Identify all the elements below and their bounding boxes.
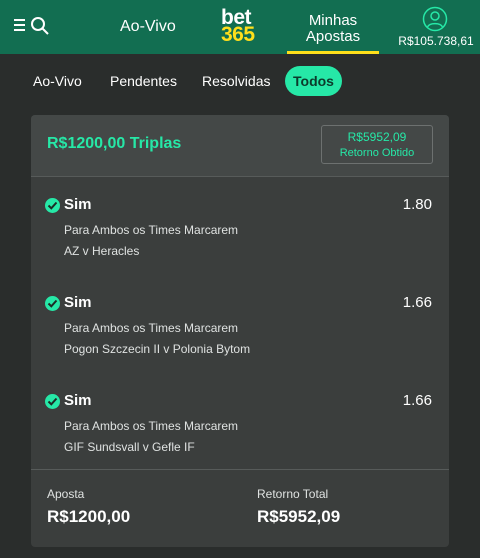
bet-title: R$1200,00 Triplas [47, 135, 182, 152]
return-block: Retorno Total R$5952,09 [257, 487, 340, 527]
menu-icon[interactable] [14, 19, 25, 31]
bet-card-footer: Aposta R$1200,00 Retorno Total R$5952,09 [31, 469, 449, 548]
selection-odds: 1.80 [402, 196, 432, 213]
nav-live[interactable]: Ao-Vivo [120, 18, 176, 36]
nav-my-bets-line2: Apostas [305, 28, 361, 45]
nav-my-bets-line1: Minhas [308, 12, 358, 29]
menu-search-button[interactable] [14, 16, 50, 40]
active-nav-underline [287, 51, 379, 54]
bet365-logo[interactable]: bet 365 [221, 7, 265, 46]
selection-market: Para Ambos os Times Marcarem [64, 419, 239, 433]
selection-odds: 1.66 [402, 392, 432, 409]
selection-name: Sim [64, 294, 92, 311]
bet-card-header: R$1200,00 Triplas R$5952,09 Retorno Obti… [31, 115, 449, 177]
nav-my-bets[interactable]: Minhas Apostas [287, 0, 379, 54]
selection-event: AZ v Heracles [64, 244, 140, 258]
selection-event: Pogon Szczecin II v Polonia Bytom [64, 342, 251, 356]
selection-market: Para Ambos os Times Marcarem [64, 321, 239, 335]
tab-pending[interactable]: Pendentes [110, 66, 177, 96]
selection-market: Para Ambos os Times Marcarem [64, 223, 239, 237]
stake-value: R$1200,00 [47, 507, 131, 526]
bet-card: R$1200,00 Triplas R$5952,09 Retorno Obti… [31, 115, 449, 547]
tab-all[interactable]: Todos [285, 66, 342, 96]
cashout-returned-box[interactable]: R$5952,09 Retorno Obtido [321, 125, 433, 164]
selection-odds: 1.66 [402, 294, 432, 311]
account-icon[interactable] [422, 6, 448, 32]
cashout-label: Retorno Obtido [339, 147, 415, 159]
return-label: Retorno Total [257, 487, 329, 501]
return-value: R$5952,09 [257, 507, 341, 526]
tab-live[interactable]: Ao-Vivo [33, 66, 82, 96]
search-icon[interactable] [30, 16, 50, 36]
bet-filter-tabs: Ao-Vivo Pendentes Resolvidas Todos [0, 66, 480, 98]
selection-event: GIF Sundsvall v Gefle IF [64, 440, 195, 454]
stake-label: Aposta [47, 487, 85, 501]
logo-text-bottom: 365 [221, 23, 255, 46]
top-header: Ao-Vivo bet 365 Minhas Apostas R$105.738… [0, 0, 480, 54]
selection-item: Sim 1.66 Para Ambos os Times Marcarem Po… [31, 292, 449, 384]
selection-name: Sim [64, 196, 92, 213]
cashout-amount: R$5952,09 [347, 130, 407, 144]
check-icon [45, 198, 60, 213]
check-icon [45, 296, 60, 311]
tab-settled[interactable]: Resolvidas [202, 66, 270, 96]
selection-item: Sim 1.80 Para Ambos os Times Marcarem AZ… [31, 194, 449, 286]
account-balance: R$105.738,61 [398, 34, 474, 48]
account-button[interactable]: R$105.738,61 [396, 4, 476, 52]
stake-block: Aposta R$1200,00 [47, 487, 130, 527]
selection-name: Sim [64, 392, 92, 409]
check-icon [45, 394, 60, 409]
